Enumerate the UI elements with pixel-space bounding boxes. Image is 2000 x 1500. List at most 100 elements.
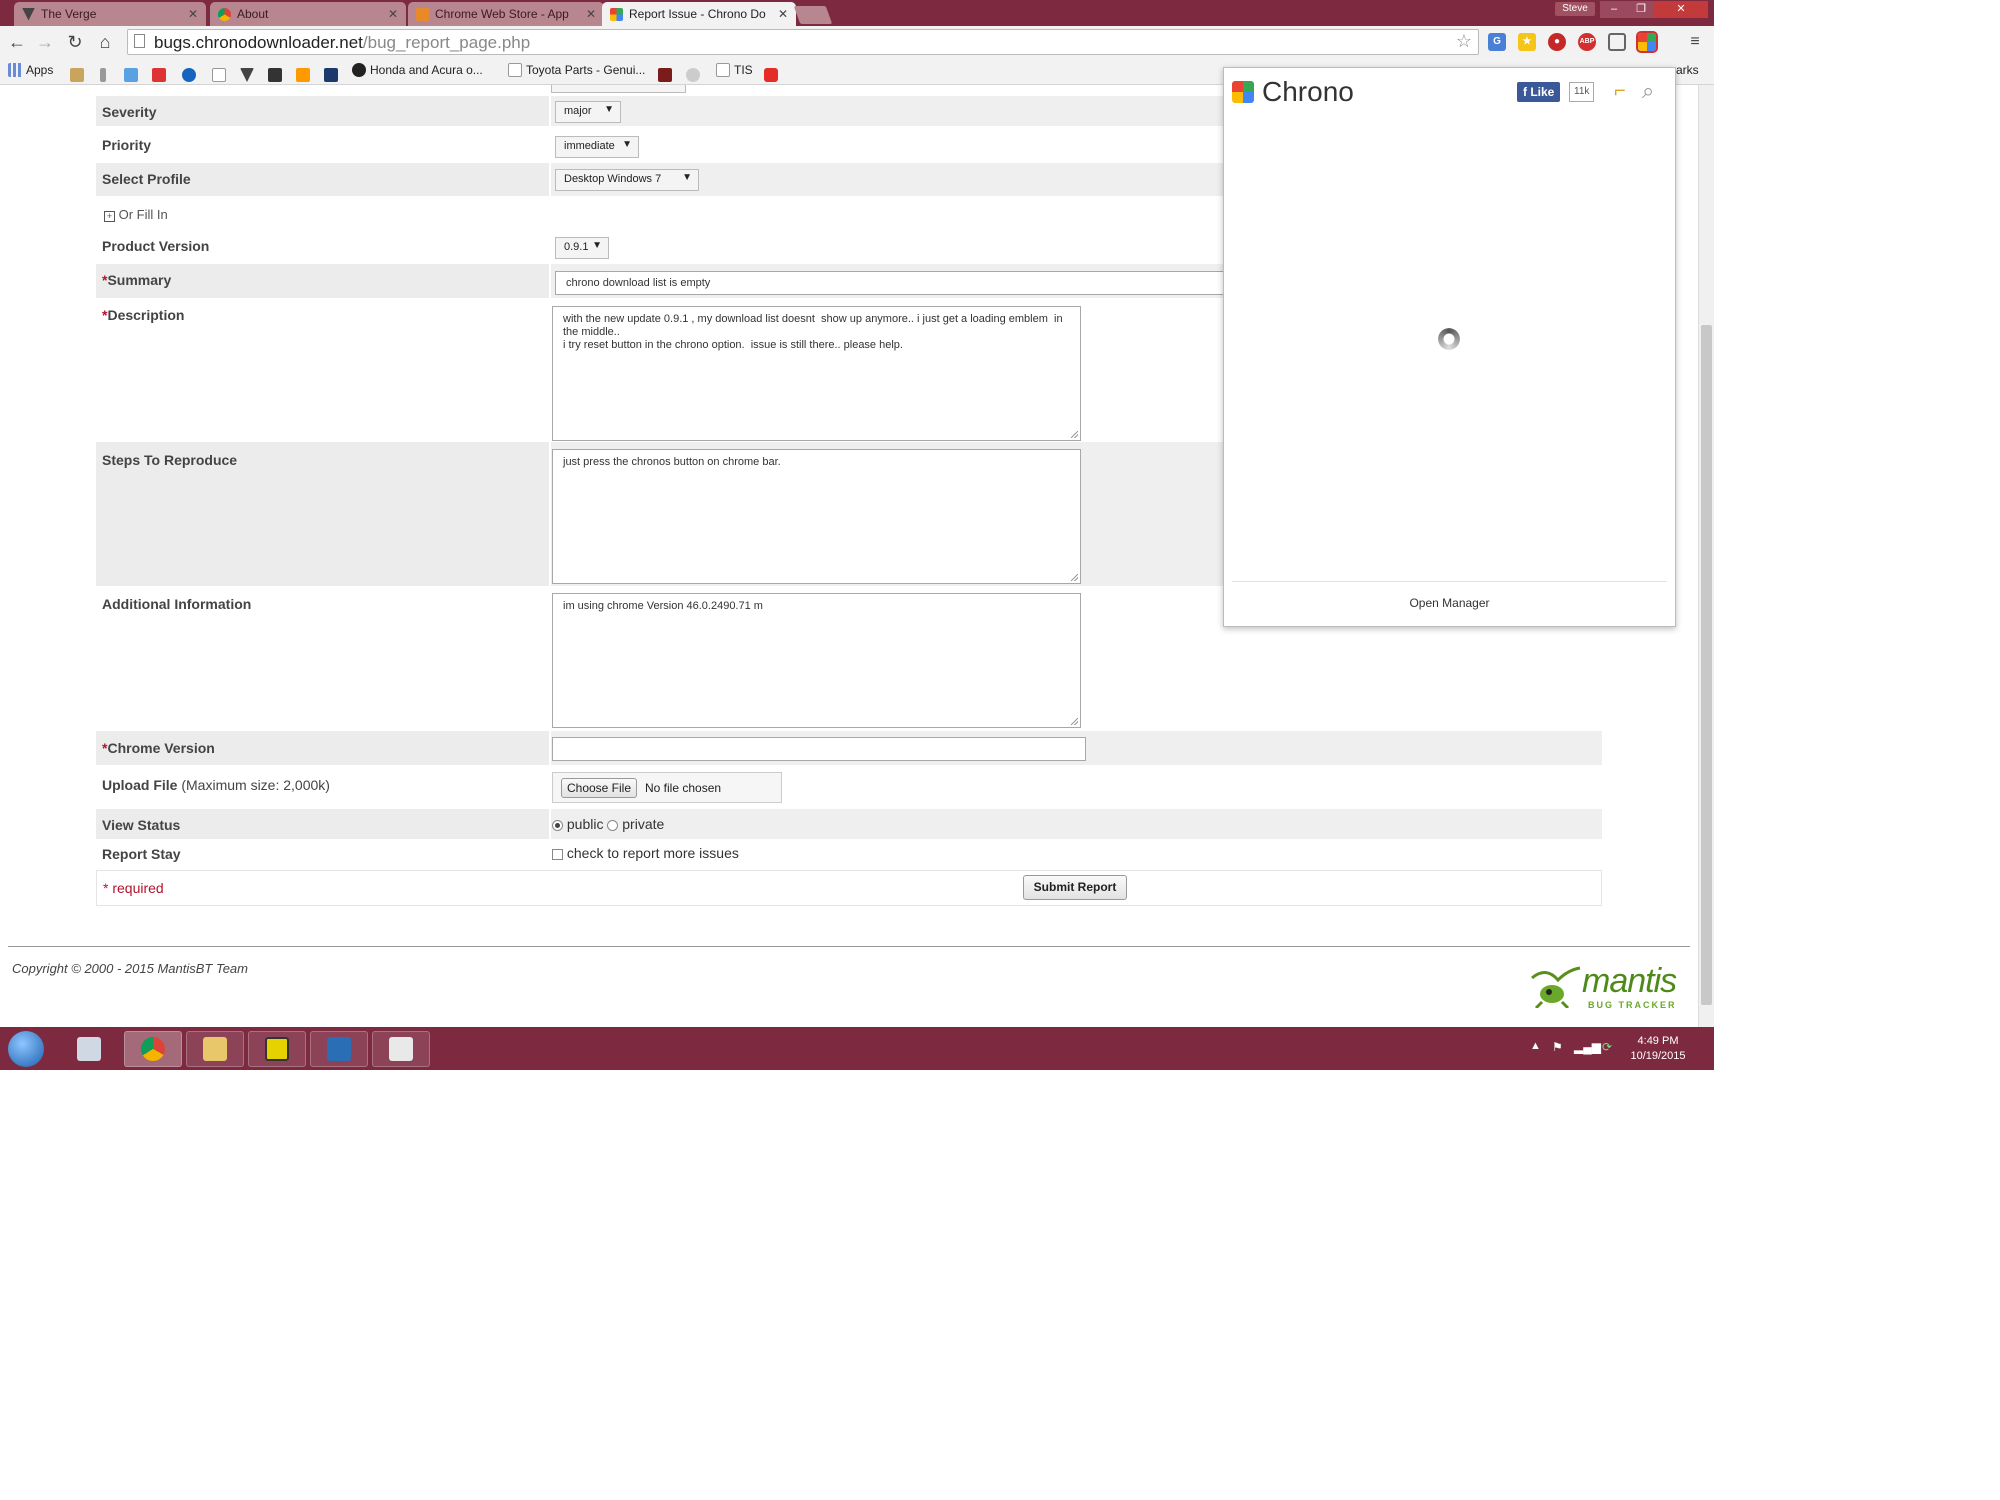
tab-label: Chrome Web Store - App <box>435 7 569 21</box>
menu-icon[interactable]: ≡ <box>1684 31 1706 53</box>
taskbar-app[interactable] <box>372 1031 430 1067</box>
taskbar-chrome[interactable] <box>124 1031 182 1067</box>
summary-input[interactable]: chrono download list is empty <box>555 271 1235 295</box>
close-tab-icon[interactable]: ✕ <box>586 7 596 21</box>
bookmark-apps[interactable]: Apps <box>8 63 53 77</box>
network-signal-icon[interactable]: ▂▄▆ <box>1574 1040 1601 1054</box>
app-icon <box>327 1037 351 1061</box>
bookmark-icon[interactable] <box>268 68 282 82</box>
broom-clean-icon[interactable]: ⌐ <box>1614 80 1626 103</box>
close-tab-icon[interactable]: ✕ <box>388 7 398 21</box>
priority-label: Priority <box>102 137 152 153</box>
start-button[interactable] <box>8 1031 44 1067</box>
bookmark-icon[interactable] <box>686 68 700 82</box>
search-icon[interactable]: ⌕ <box>1642 78 1654 104</box>
bookmark-toyota[interactable]: Toyota Parts - Genui... <box>508 63 645 77</box>
minimize-button[interactable]: – <box>1600 1 1628 18</box>
reload-icon[interactable]: ↻ <box>64 31 86 53</box>
bookmark-icon[interactable] <box>70 68 84 82</box>
bookmark-icon <box>352 63 366 77</box>
show-hidden-icons[interactable]: ▲ <box>1530 1040 1541 1052</box>
forward-arrow-icon[interactable]: → <box>34 31 56 53</box>
user-profile-badge[interactable]: Steve <box>1555 2 1595 16</box>
system-clock[interactable]: 4:49 PM 10/19/2015 <box>1626 1034 1690 1064</box>
mantis-logo[interactable]: mantis BUG TRACKER <box>1528 958 1680 1014</box>
summary-label: *Summary <box>102 272 171 288</box>
bookmark-star-icon[interactable]: ☆ <box>1456 31 1472 52</box>
new-tab-button[interactable] <box>793 6 833 24</box>
chrome-version-input[interactable] <box>552 737 1086 761</box>
bookmark-label: Honda and Acura o... <box>370 63 483 77</box>
taskbar-explorer[interactable] <box>186 1031 244 1067</box>
other-bookmarks[interactable]: arks <box>1676 63 1699 77</box>
required-note: * required <box>103 880 164 896</box>
cast-icon[interactable] <box>1608 33 1626 51</box>
report-stay-text: check to report more issues <box>566 845 739 861</box>
facebook-like-button[interactable]: f Like <box>1517 82 1561 102</box>
scrollbar-thumb[interactable] <box>1701 325 1712 1005</box>
bug-tracker-text: BUG TRACKER <box>1588 1000 1677 1010</box>
close-window-button[interactable]: ✕ <box>1654 1 1708 18</box>
form-footer-row: * required Submit Report <box>96 870 1602 906</box>
favorites-extension-icon[interactable]: ★ <box>1518 33 1536 51</box>
priority-select[interactable]: immediate ▼ <box>555 136 639 158</box>
bookmark-tis[interactable]: TIS <box>716 63 753 77</box>
tab-chrome-web-store[interactable]: Chrome Web Store - App ✕ <box>408 2 604 26</box>
amazon-bookmark-icon[interactable] <box>296 68 310 82</box>
bookmark-icon[interactable] <box>658 68 672 82</box>
taskbar-app[interactable] <box>248 1031 306 1067</box>
sync-icon[interactable]: ⟳ <box>1602 1040 1612 1054</box>
bookmark-icon[interactable] <box>324 68 338 82</box>
close-tab-icon[interactable]: ✕ <box>188 7 198 21</box>
vertical-scrollbar[interactable] <box>1698 85 1714 1027</box>
product-version-label: Product Version <box>102 238 210 254</box>
private-radio-label: private <box>622 816 665 832</box>
open-manager-link[interactable]: Open Manager <box>1224 596 1675 610</box>
translate-extension-icon[interactable]: G <box>1488 33 1506 51</box>
upload-label-text: Upload File <box>102 777 178 793</box>
product-version-value: 0.9.1 <box>564 241 589 253</box>
address-bar[interactable]: bugs.chronodownloader.net/bug_report_pag… <box>127 29 1479 55</box>
steps-textarea[interactable]: just press the chronos button on chrome … <box>552 449 1081 584</box>
product-version-select[interactable]: 0.9.1 ▼ <box>555 237 609 259</box>
ublock-extension-icon[interactable]: ● <box>1548 33 1566 51</box>
choose-file-button[interactable]: Choose File <box>561 778 637 798</box>
bookmark-honda[interactable]: Honda and Acura o... <box>352 63 483 77</box>
chrono-popup: Chrono f Like 11k ⌐ ⌕ Open Manager <box>1223 67 1676 627</box>
submit-report-button[interactable]: Submit Report <box>1023 875 1127 900</box>
taskbar-calculator[interactable] <box>60 1031 118 1067</box>
bookmark-icon[interactable] <box>100 68 106 82</box>
bookmark-icon[interactable] <box>152 68 166 82</box>
taskbar-app[interactable] <box>310 1031 368 1067</box>
maximize-button[interactable]: ❐ <box>1628 1 1654 18</box>
tab-label: About <box>237 7 269 21</box>
profile-select[interactable]: Desktop Windows 7 ▼ <box>555 169 699 191</box>
youtube-bookmark-icon[interactable] <box>764 68 778 82</box>
tab-report-issue[interactable]: Report Issue - Chrono Do ✕ <box>602 2 796 26</box>
dropdown-arrow-icon: ▼ <box>622 139 632 150</box>
action-center-flag-icon[interactable]: ⚑ <box>1552 1040 1563 1054</box>
loading-spinner-icon <box>1438 328 1460 350</box>
tab-about[interactable]: About ✕ <box>210 2 406 26</box>
close-tab-icon[interactable]: ✕ <box>778 7 788 21</box>
report-stay-checkbox[interactable] <box>552 848 563 860</box>
chrono-extension-icon[interactable] <box>1636 31 1658 53</box>
bookmark-icon[interactable] <box>124 68 138 82</box>
adblock-plus-icon[interactable]: ABP <box>1578 33 1596 51</box>
page-bookmark-icon[interactable] <box>212 68 226 82</box>
public-radio[interactable] <box>552 819 563 831</box>
description-textarea[interactable]: with the new update 0.9.1 , my download … <box>552 306 1081 441</box>
report-stay-option: check to report more issues <box>552 845 739 861</box>
home-icon[interactable]: ⌂ <box>94 31 116 53</box>
back-arrow-icon[interactable]: ← <box>6 31 28 53</box>
mantis-insect-icon <box>1528 964 1584 1010</box>
file-input[interactable]: Choose File No file chosen <box>552 772 782 803</box>
severity-select[interactable]: major ▼ <box>555 101 621 123</box>
upload-file-row: Upload File (Maximum size: 2,000k) Choos… <box>96 765 1602 809</box>
clock-date: 10/19/2015 <box>1630 1050 1686 1062</box>
additional-info-textarea[interactable]: im using chrome Version 46.0.2490.71 m <box>552 593 1081 728</box>
private-radio[interactable] <box>607 819 619 831</box>
or-fill-in-toggle[interactable]: + Or Fill In <box>104 207 168 222</box>
bookmark-icon[interactable] <box>182 68 196 82</box>
tab-the-verge[interactable]: The Verge ✕ <box>14 2 206 26</box>
